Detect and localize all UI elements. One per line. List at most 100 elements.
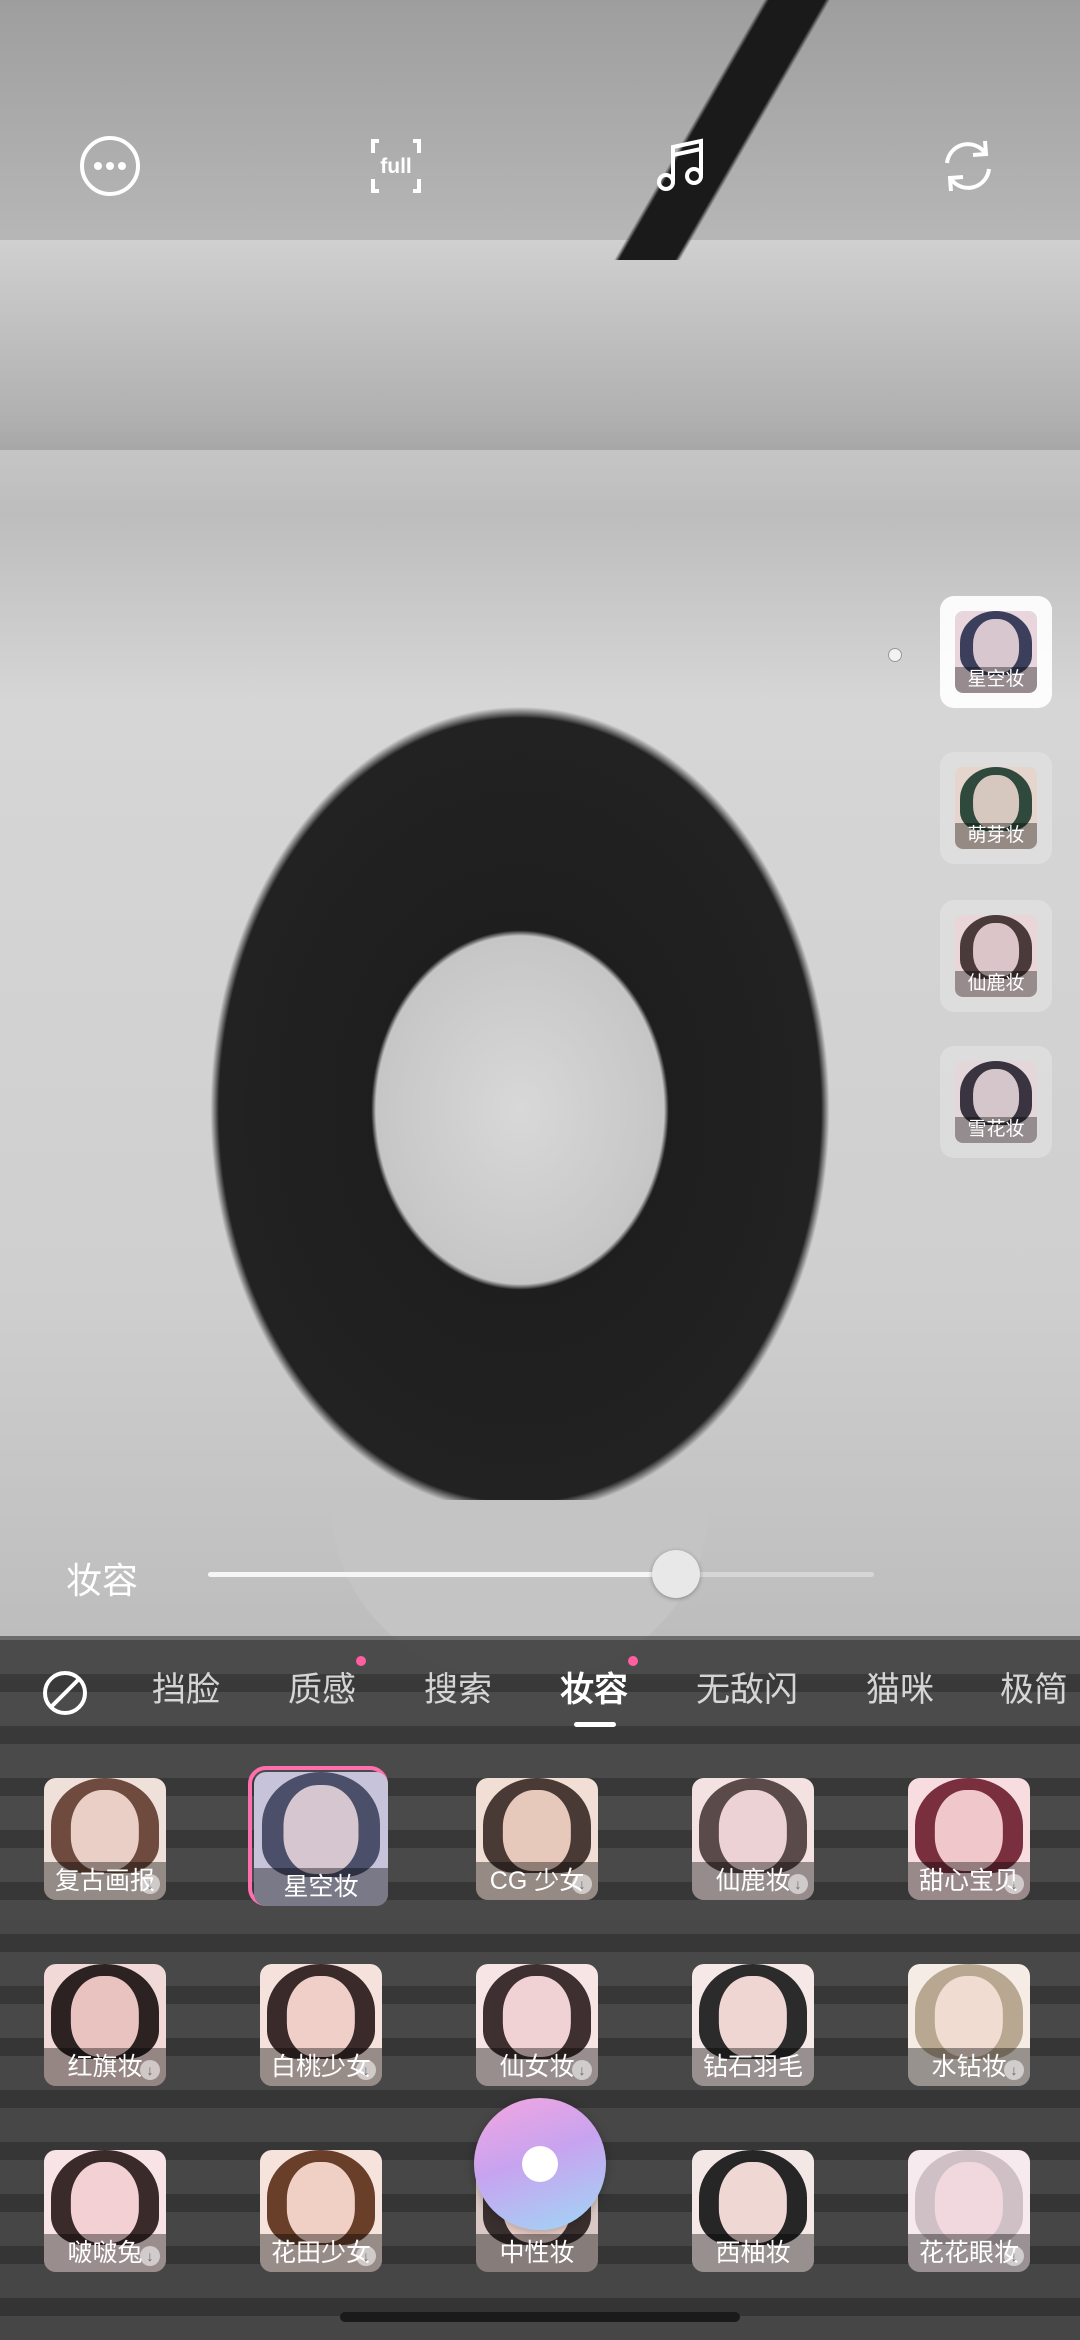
more-button[interactable] bbox=[74, 130, 146, 202]
makeup-thumbnail: 甜心宝贝 ↓ bbox=[908, 1778, 1030, 1900]
shutter-button[interactable] bbox=[474, 2098, 606, 2230]
makeup-item[interactable]: 啵啵兔 ↓ bbox=[44, 2150, 166, 2272]
makeup-item[interactable]: 仙鹿妆 ↓ bbox=[692, 1778, 814, 1900]
makeup-thumbnail: 白桃少女 ↓ bbox=[260, 1964, 382, 2086]
thumbnail-face bbox=[502, 1790, 572, 1871]
indicator-dot bbox=[888, 648, 902, 662]
makeup-label: 西柚妆 bbox=[692, 2234, 814, 2272]
makeup-item[interactable]: 西柚妆 bbox=[692, 2150, 814, 2272]
thumbnail-face bbox=[286, 1976, 356, 2057]
download-icon: ↓ bbox=[1004, 2060, 1024, 2080]
makeup-item[interactable]: 白桃少女 ↓ bbox=[260, 1964, 382, 2086]
thumbnail-face bbox=[718, 1790, 788, 1871]
makeup-thumbnail: 西柚妆 bbox=[692, 2150, 814, 2272]
thumbnail-face bbox=[973, 1069, 1019, 1124]
tab-5[interactable]: 猫咪 bbox=[866, 1660, 934, 1720]
thumbnail-face bbox=[70, 2162, 140, 2243]
category-tabs: 挡脸 质感 搜索 妆容 无敌闪 猫咪 极简 bbox=[0, 1656, 1080, 1740]
quick-makeup-label: 仙鹿妆 bbox=[955, 971, 1037, 997]
download-icon: ↓ bbox=[1004, 1874, 1024, 1894]
tab-0[interactable]: 挡脸 bbox=[152, 1660, 220, 1720]
makeup-item[interactable]: 水钻妆 ↓ bbox=[908, 1964, 1030, 2086]
download-icon: ↓ bbox=[140, 2060, 160, 2080]
music-button[interactable] bbox=[646, 130, 718, 202]
thumbnail-face bbox=[973, 775, 1019, 830]
makeup-thumbnail: 星空妆 bbox=[955, 611, 1037, 693]
tab-1[interactable]: 质感 bbox=[288, 1660, 356, 1720]
makeup-label: 中性妆 bbox=[476, 2234, 598, 2272]
new-indicator-dot bbox=[628, 1656, 638, 1666]
thumbnail-face bbox=[70, 1976, 140, 2057]
makeup-label: 星空妆 bbox=[254, 1868, 388, 1906]
download-icon: ↓ bbox=[572, 1874, 592, 1894]
makeup-item[interactable]: CG 少女 ↓ bbox=[476, 1778, 598, 1900]
makeup-thumbnail: 啵啵兔 ↓ bbox=[44, 2150, 166, 2272]
makeup-item[interactable]: 仙女妆 ↓ bbox=[476, 1964, 598, 2086]
aspect-ratio-button[interactable]: full bbox=[360, 130, 432, 202]
quick-makeup-label: 萌芽妆 bbox=[955, 823, 1037, 849]
thumbnail-face bbox=[718, 1976, 788, 2057]
makeup-thumbnail: CG 少女 ↓ bbox=[476, 1778, 598, 1900]
new-indicator-dot bbox=[356, 1656, 366, 1666]
quick-makeup-item[interactable]: 仙鹿妆 bbox=[940, 900, 1052, 1012]
thumbnail-face bbox=[502, 1976, 572, 2057]
intensity-slider[interactable] bbox=[208, 1572, 874, 1577]
tab-2[interactable]: 搜索 bbox=[424, 1660, 492, 1720]
thumbnail-face bbox=[718, 2162, 788, 2243]
makeup-item[interactable]: 花田少女 ↓ bbox=[260, 2150, 382, 2272]
shutter-center bbox=[522, 2146, 558, 2182]
thumbnail-face bbox=[934, 1976, 1004, 2057]
download-icon: ↓ bbox=[788, 1874, 808, 1894]
tab-6[interactable]: 极简 bbox=[1000, 1660, 1068, 1720]
makeup-thumbnail: 星空妆 bbox=[254, 1772, 388, 1906]
camera-flip-icon bbox=[945, 140, 991, 192]
thumbnail-face bbox=[973, 923, 1019, 978]
download-icon: ↓ bbox=[1004, 2246, 1024, 2266]
quick-makeup-item[interactable]: 萌芽妆 bbox=[940, 752, 1052, 864]
makeup-item[interactable]: 星空妆 bbox=[248, 1766, 388, 1906]
quick-makeup-item[interactable]: 雪花妆 bbox=[940, 1046, 1052, 1158]
music-note-icon bbox=[657, 138, 703, 191]
makeup-item[interactable]: 复古画报 ↓ bbox=[44, 1778, 166, 1900]
tab-3[interactable]: 妆容 bbox=[560, 1660, 628, 1720]
makeup-thumbnail: 萌芽妆 bbox=[955, 767, 1037, 849]
download-icon: ↓ bbox=[140, 2246, 160, 2266]
background-shelf bbox=[0, 240, 1080, 450]
makeup-thumbnail: 花田少女 ↓ bbox=[260, 2150, 382, 2272]
flip-camera-button[interactable] bbox=[932, 130, 1004, 202]
makeup-thumbnail: 花花眼妆 ↓ bbox=[908, 2150, 1030, 2272]
thumbnail-face bbox=[70, 1790, 140, 1871]
makeup-thumbnail: 水钻妆 ↓ bbox=[908, 1964, 1030, 2086]
makeup-item[interactable]: 红旗妆 ↓ bbox=[44, 1964, 166, 2086]
thumbnail-face bbox=[934, 2162, 1004, 2243]
makeup-thumbnail: 仙鹿妆 bbox=[955, 915, 1037, 997]
makeup-thumbnail: 红旗妆 ↓ bbox=[44, 1964, 166, 2086]
slider-fill bbox=[208, 1572, 674, 1577]
quick-makeup-item[interactable]: 星空妆 bbox=[940, 596, 1052, 708]
makeup-item[interactable]: 花花眼妆 ↓ bbox=[908, 2150, 1030, 2272]
aspect-frame-icon: full bbox=[371, 139, 421, 193]
quick-makeup-label: 雪花妆 bbox=[955, 1117, 1037, 1143]
makeup-thumbnail: 仙鹿妆 ↓ bbox=[692, 1778, 814, 1900]
download-icon: ↓ bbox=[140, 1874, 160, 1894]
makeup-item[interactable]: 甜心宝贝 ↓ bbox=[908, 1778, 1030, 1900]
makeup-thumbnail: 复古画报 ↓ bbox=[44, 1778, 166, 1900]
more-horizontal-circle-icon bbox=[80, 136, 140, 196]
download-icon: ↓ bbox=[356, 2246, 376, 2266]
makeup-thumbnail: 雪花妆 bbox=[955, 1061, 1037, 1143]
home-indicator[interactable] bbox=[340, 2312, 740, 2322]
download-icon: ↓ bbox=[356, 2060, 376, 2080]
background-object bbox=[560, 0, 920, 260]
slider-handle[interactable] bbox=[652, 1550, 700, 1598]
tab-4[interactable]: 无敌闪 bbox=[696, 1660, 798, 1720]
thumbnail-face bbox=[286, 2162, 356, 2243]
makeup-item[interactable]: 钻石羽毛 bbox=[692, 1964, 814, 2086]
makeup-label: 钻石羽毛 bbox=[692, 2048, 814, 2086]
slider-label: 妆容 bbox=[66, 1560, 139, 1601]
makeup-thumbnail: 仙女妆 ↓ bbox=[476, 1964, 598, 2086]
active-tab-underline bbox=[574, 1722, 616, 1727]
aspect-label: full bbox=[380, 155, 412, 178]
thumbnail-face bbox=[283, 1785, 359, 1874]
quick-makeup-label: 星空妆 bbox=[955, 667, 1037, 693]
makeup-thumbnail: 钻石羽毛 bbox=[692, 1964, 814, 2086]
